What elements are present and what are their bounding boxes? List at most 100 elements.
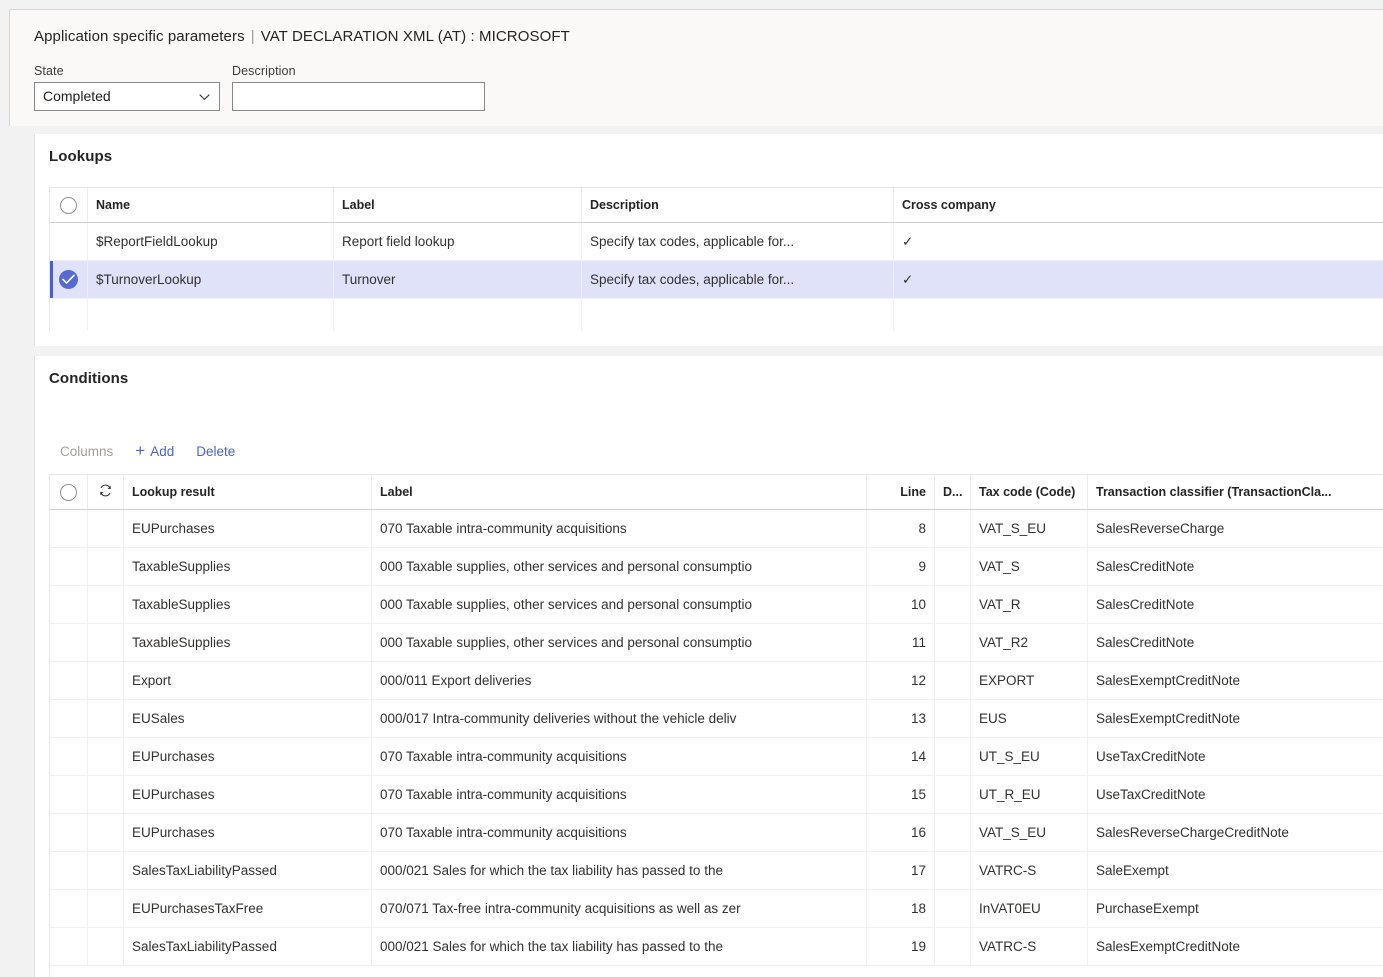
table-row[interactable]: $ReportFieldLookup Report field lookup S… xyxy=(50,223,1383,261)
column-header-name[interactable]: Name xyxy=(88,188,334,222)
conditions-title: Conditions xyxy=(49,370,129,387)
cell-d xyxy=(935,928,971,965)
cell-line: 10 xyxy=(867,586,935,623)
column-header-tax-code[interactable]: Tax code (Code) xyxy=(971,475,1088,509)
row-refresh-cell xyxy=(88,586,124,623)
column-header-cross-company[interactable]: Cross company xyxy=(894,188,1383,222)
cell-lookup-result: EUPurchases xyxy=(124,814,372,851)
cell-lookup-result: TaxableSupplies xyxy=(124,548,372,585)
cell-label: 000 Taxable supplies, other services and… xyxy=(372,548,867,585)
cell-transaction-classifier: SalesCreditNote xyxy=(1096,559,1195,574)
table-row[interactable]: $TurnoverLookup Turnover Specify tax cod… xyxy=(50,261,1383,299)
table-row[interactable]: EUPurchasesTaxFree 070/071 Tax-free intra… xyxy=(50,890,1383,928)
row-refresh-cell xyxy=(88,852,124,889)
columns-button[interactable]: Columns xyxy=(49,437,124,465)
cell-d xyxy=(935,852,971,889)
refresh-column-header[interactable] xyxy=(88,475,124,509)
cell-description: Specify tax codes, applicable for... xyxy=(582,261,894,298)
column-header-line[interactable]: Line xyxy=(867,475,935,509)
select-all-header[interactable] xyxy=(50,475,88,509)
row-select-cell xyxy=(50,814,88,851)
table-row[interactable]: EUPurchases 070 Taxable intra-community a… xyxy=(50,510,1383,548)
state-dropdown[interactable]: Completed xyxy=(34,82,220,111)
table-row[interactable]: Export 000/011 Export deliveries 12 EXPORT S… xyxy=(50,662,1383,700)
cell-cross-company-checkmark-icon: ✓ xyxy=(902,233,914,249)
column-header-d[interactable]: D... xyxy=(935,475,971,509)
description-input[interactable] xyxy=(232,82,485,111)
cell-d xyxy=(935,700,971,737)
row-select-cell xyxy=(50,586,88,623)
row-refresh-cell xyxy=(88,548,124,585)
table-row[interactable]: TaxableSupplies 000 Taxable supplies, oth… xyxy=(50,548,1383,586)
cell-d xyxy=(935,662,971,699)
column-header-transaction-classifier[interactable]: Transaction classifier (TransactionCla..… xyxy=(1088,475,1383,509)
lookups-rows: $ReportFieldLookup Report field lookup S… xyxy=(50,223,1383,331)
table-row[interactable]: EUSales 000/017 Intra-community deliverie… xyxy=(50,700,1383,738)
column-header-label[interactable]: Label xyxy=(334,188,582,222)
cell-d xyxy=(935,510,971,547)
cell-transaction-classifier: SalesExemptCreditNote xyxy=(1096,939,1241,954)
select-all-header[interactable] xyxy=(50,188,88,222)
refresh-icon xyxy=(98,483,113,501)
cell-label: 070 Taxable intra-community acquisitions xyxy=(372,814,867,851)
cell-line: 13 xyxy=(867,700,935,737)
conditions-section: Conditions Columns + Add Delete Lookup r… xyxy=(34,356,1383,977)
cell-d xyxy=(935,776,971,813)
app-page: Application specific parameters | VAT DECL… xyxy=(0,0,1383,977)
select-all-radio-icon xyxy=(60,483,77,501)
row-select-cell[interactable] xyxy=(50,261,88,298)
cell-lookup-result: EUPurchases xyxy=(124,510,372,547)
cell-lookup-result: TaxableSupplies xyxy=(124,586,372,623)
delete-button[interactable]: Delete xyxy=(185,437,246,465)
cell-transaction-classifier: SaleExempt xyxy=(1096,863,1169,878)
table-row[interactable]: EUPurchases 070 Taxable intra-community a… xyxy=(50,776,1383,814)
plus-icon: + xyxy=(135,440,146,460)
add-button[interactable]: + Add xyxy=(124,437,185,465)
cell-line: 14 xyxy=(867,738,935,775)
empty-cell xyxy=(334,299,582,331)
cell-name: $TurnoverLookup xyxy=(88,261,334,298)
cell-name: $ReportFieldLookup xyxy=(88,223,334,260)
table-row[interactable]: SalesTaxLiabilityPassed 000/021 Sales for… xyxy=(50,928,1383,966)
column-header-lookup-result[interactable]: Lookup result xyxy=(124,475,372,509)
table-row[interactable]: EUPurchases 070 Taxable intra-community a… xyxy=(50,814,1383,852)
description-field-group: Description xyxy=(232,64,485,111)
cell-tax-code: UT_S_EU xyxy=(971,738,1088,775)
cell-description: Specify tax codes, applicable for... xyxy=(582,223,894,260)
cell-cross-company-checkmark-icon: ✓ xyxy=(902,271,914,287)
table-row[interactable]: SalesTaxLiabilityPassed 000/021 Sales for… xyxy=(50,852,1383,890)
cell-tax-code: VAT_S_EU xyxy=(971,510,1088,547)
conditions-toolbar: Columns + Add Delete xyxy=(49,436,246,466)
cell-label: 000/017 Intra-community deliveries witho… xyxy=(372,700,867,737)
cell-transaction-classifier: SalesCreditNote xyxy=(1096,635,1195,650)
cell-label: 000 Taxable supplies, other services and… xyxy=(372,624,867,661)
cell-line: 15 xyxy=(867,776,935,813)
row-select-cell xyxy=(50,510,88,547)
column-header-description[interactable]: Description xyxy=(582,188,894,222)
table-row[interactable]: EUPurchases 070 Taxable intra-community a… xyxy=(50,738,1383,776)
row-select-cell xyxy=(50,700,88,737)
cell-d xyxy=(935,814,971,851)
cell-tax-code: VATRC-S xyxy=(971,852,1088,889)
table-row[interactable]: TaxableSupplies 000 Taxable supplies, oth… xyxy=(50,624,1383,662)
row-refresh-cell xyxy=(88,890,124,927)
cell-lookup-result: EUPurchasesTaxFree xyxy=(124,890,372,927)
cell-line: 8 xyxy=(867,510,935,547)
cell-label: 000/011 Export deliveries xyxy=(372,662,867,699)
conditions-grid: Lookup result Label Line D... Tax code (… xyxy=(49,474,1383,977)
cell-tax-code: EXPORT xyxy=(971,662,1088,699)
cell-lookup-result: SalesTaxLiabilityPassed xyxy=(124,928,372,965)
table-row[interactable]: TaxableSupplies 000 Taxable supplies, oth… xyxy=(50,586,1383,624)
row-refresh-cell xyxy=(88,928,124,965)
cell-d xyxy=(935,548,971,585)
select-all-radio-icon xyxy=(60,196,77,214)
cell-label: 070/071 Tax-free intra-community acquisi… xyxy=(372,890,867,927)
cell-line: 16 xyxy=(867,814,935,851)
row-select-cell[interactable] xyxy=(50,223,88,260)
column-header-label[interactable]: Label xyxy=(372,475,867,509)
state-field-group: State Completed xyxy=(34,64,220,111)
cell-label: 070 Taxable intra-community acquisitions xyxy=(372,776,867,813)
empty-cell xyxy=(582,299,894,331)
cell-lookup-result: EUSales xyxy=(124,700,372,737)
page-header: Application specific parameters | VAT DECL… xyxy=(9,9,1383,126)
